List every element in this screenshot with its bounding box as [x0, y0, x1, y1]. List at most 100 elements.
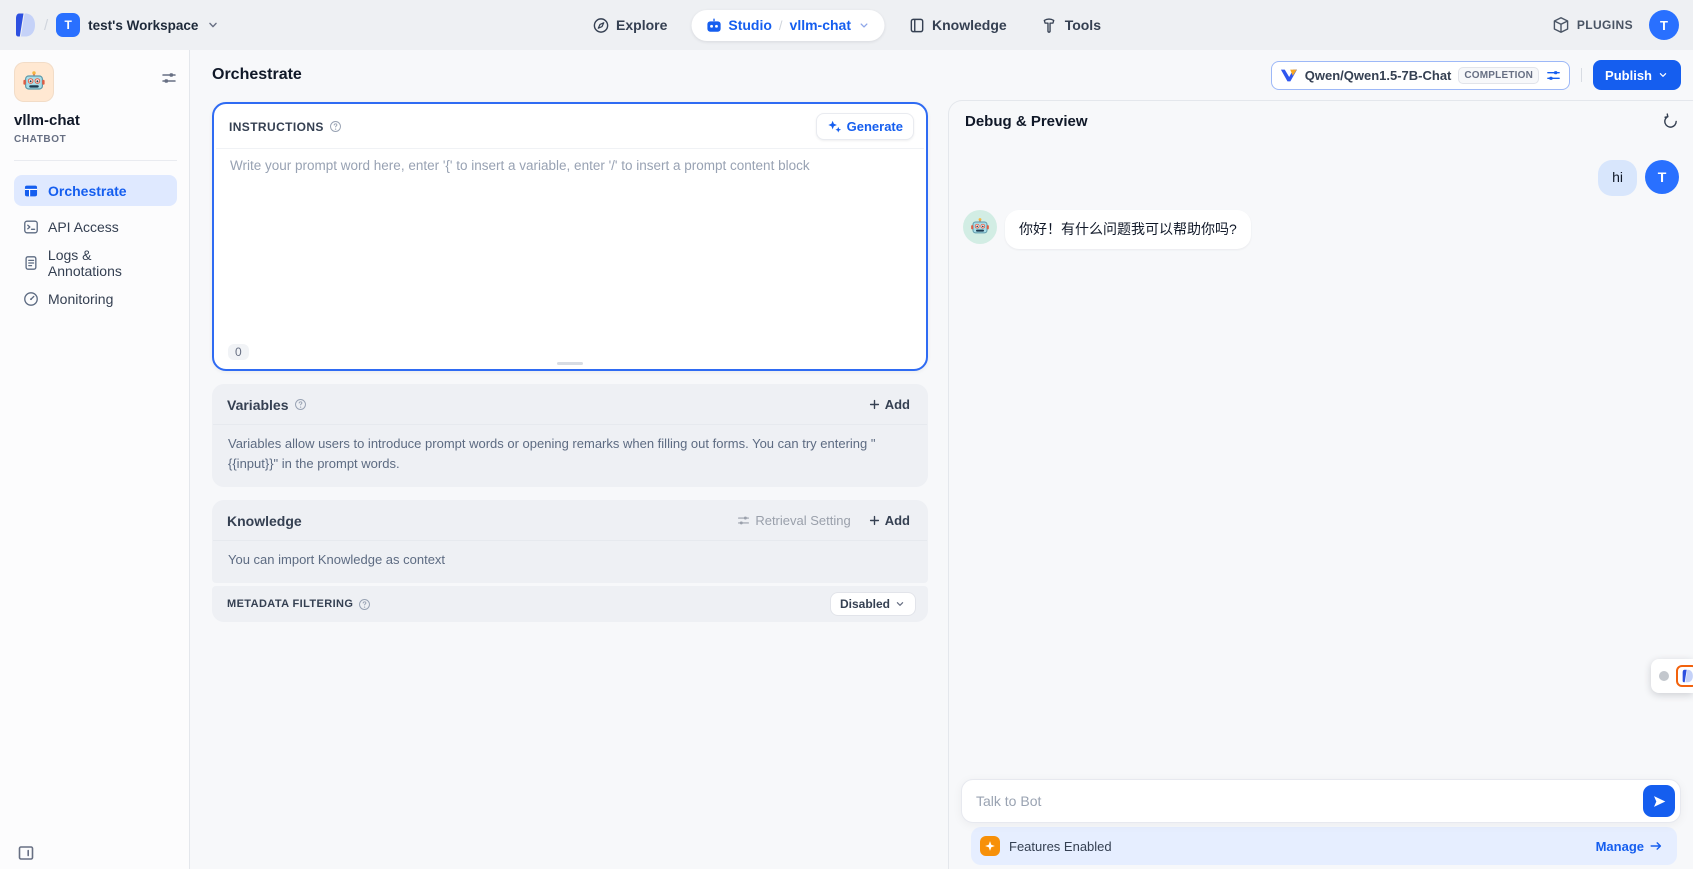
browser-extension-pill[interactable]: [1651, 659, 1693, 693]
chevron-down-icon: [894, 598, 906, 610]
terminal-icon: [23, 219, 39, 235]
prompt-editor[interactable]: [216, 149, 924, 319]
sidebar-item-orchestrate[interactable]: Orchestrate: [14, 175, 177, 206]
model-name: Qwen/Qwen1.5-7B-Chat: [1305, 68, 1452, 83]
nav-knowledge[interactable]: Knowledge: [898, 11, 1017, 40]
add-label: Add: [885, 513, 910, 528]
instructions-panel: INSTRUCTIONS Generate 0: [212, 102, 928, 371]
instructions-title: INSTRUCTIONS: [229, 120, 324, 134]
sparkles-icon: [827, 119, 842, 134]
publish-button[interactable]: Publish: [1593, 60, 1681, 90]
restart-conversation-icon[interactable]: [1662, 113, 1679, 130]
sidebar-item-label: Monitoring: [48, 291, 113, 307]
robot-icon: [705, 17, 722, 34]
workspace-avatar[interactable]: T: [56, 13, 80, 37]
chat-input[interactable]: [961, 779, 1681, 823]
variables-description: Variables allow users to introduce promp…: [212, 425, 928, 487]
chevron-down-icon: [1657, 69, 1669, 81]
metadata-filtering-row: METADATA FILTERING Disabled: [212, 586, 928, 622]
resize-handle[interactable]: [557, 362, 583, 365]
main-nav: Explore Studio / vllm-chat Knowledge Too…: [582, 0, 1111, 50]
tools-icon: [1041, 17, 1058, 34]
bot-message-row: 你好！有什么问题我可以帮助你吗?: [963, 210, 1679, 250]
debug-preview-panel: Debug & Preview hi T 你好！有什么问题我可以帮助你吗: [948, 100, 1693, 869]
features-enabled-label: Features Enabled: [1009, 839, 1112, 854]
star-icon: [984, 840, 996, 852]
app-name: vllm-chat: [14, 112, 177, 129]
model-selector[interactable]: Qwen/Qwen1.5-7B-Chat COMPLETION: [1271, 61, 1570, 90]
features-star-icon: [980, 836, 1000, 856]
sidebar-item-label: Orchestrate: [48, 183, 127, 199]
extension-dot-icon: [1659, 671, 1669, 681]
variables-title: Variables: [227, 397, 289, 413]
current-app-name[interactable]: vllm-chat: [790, 17, 851, 33]
explore-icon: [592, 17, 609, 34]
logs-document-icon: [23, 255, 39, 271]
plus-icon: [868, 514, 881, 527]
breadcrumb-slash: /: [779, 18, 783, 33]
user-avatar: T: [1645, 160, 1679, 194]
sidebar-item-label: API Access: [48, 219, 119, 235]
help-circle-icon[interactable]: [294, 398, 307, 411]
send-button[interactable]: [1643, 785, 1675, 817]
generate-button[interactable]: Generate: [816, 113, 914, 140]
chevron-down-icon[interactable]: [857, 19, 870, 32]
knowledge-panel: Knowledge Retrieval Setting Add You: [212, 500, 928, 583]
add-variable-button[interactable]: Add: [862, 393, 916, 416]
sidebar-item-monitoring[interactable]: Monitoring: [14, 283, 177, 314]
sidebar-item-api-access[interactable]: API Access: [14, 211, 177, 242]
nav-studio-active[interactable]: Studio / vllm-chat: [691, 10, 884, 41]
nav-studio-label: Studio: [728, 17, 772, 33]
chat-area: hi T 你好！有什么问题我可以帮助你吗?: [949, 138, 1693, 249]
topbar-right: PLUGINS T: [1552, 10, 1679, 40]
retrieval-sliders-icon: [737, 514, 750, 527]
char-count-badge: 0: [228, 344, 249, 360]
metadata-filtering-select[interactable]: Disabled: [830, 592, 916, 616]
manage-features-link[interactable]: Manage: [1596, 839, 1663, 854]
retrieval-setting-button[interactable]: Retrieval Setting: [731, 509, 856, 532]
app-icon[interactable]: [14, 62, 54, 102]
main-area: Orchestrate Qwen/Qwen1.5-7B-Chat COMPLET…: [190, 50, 1693, 869]
workspace-switcher[interactable]: / T test's Workspace: [14, 12, 220, 38]
nav-explore[interactable]: Explore: [582, 11, 677, 40]
nav-knowledge-label: Knowledge: [932, 17, 1007, 33]
page-title: Orchestrate: [212, 66, 302, 84]
workspace-name[interactable]: test's Workspace: [88, 18, 198, 33]
monitoring-gauge-icon: [23, 291, 39, 307]
panel-divider: [213, 540, 927, 541]
plugins-button[interactable]: PLUGINS: [1552, 16, 1633, 34]
send-paper-plane-icon: [1652, 794, 1667, 809]
vllm-logo-icon: [1280, 68, 1298, 83]
user-message-row: hi T: [963, 160, 1679, 196]
dify-logo-icon[interactable]: [14, 12, 36, 38]
orchestrate-icon: [23, 183, 39, 199]
extension-logo-icon: [1676, 665, 1693, 687]
help-circle-icon[interactable]: [329, 120, 342, 133]
app-settings-sliders-icon[interactable]: [161, 70, 177, 86]
model-parameters-icon[interactable]: [1546, 68, 1561, 83]
knowledge-icon: [908, 17, 925, 34]
app-type-badge: CHATBOT: [14, 134, 177, 145]
nav-tools[interactable]: Tools: [1031, 11, 1111, 40]
debug-preview-title: Debug & Preview: [965, 113, 1088, 130]
manage-label: Manage: [1596, 839, 1644, 854]
knowledge-title: Knowledge: [227, 513, 302, 529]
nav-explore-label: Explore: [616, 17, 667, 33]
bot-message-bubble: 你好！有什么问题我可以帮助你吗?: [1005, 210, 1251, 250]
add-knowledge-button[interactable]: Add: [862, 509, 916, 532]
knowledge-description: You can import Knowledge as context: [212, 541, 928, 583]
dify-studio-app: / T test's Workspace Explore Studio / vl…: [0, 0, 1693, 869]
sidebar-item-logs-annotations[interactable]: Logs & Annotations: [14, 247, 177, 278]
publish-label: Publish: [1605, 68, 1652, 83]
robot-emoji-icon: [22, 70, 46, 94]
help-circle-icon[interactable]: [358, 598, 371, 611]
account-avatar[interactable]: T: [1649, 10, 1679, 40]
collapse-sidebar-icon[interactable]: [17, 844, 35, 862]
robot-emoji-icon: [970, 217, 990, 237]
plugins-label: PLUGINS: [1577, 18, 1633, 32]
header-divider: [1581, 68, 1582, 82]
features-bar: Features Enabled Manage: [971, 827, 1677, 865]
bot-avatar: [963, 210, 997, 244]
metadata-filtering-value: Disabled: [840, 597, 890, 611]
main-header: Orchestrate Qwen/Qwen1.5-7B-Chat COMPLET…: [190, 50, 1693, 100]
